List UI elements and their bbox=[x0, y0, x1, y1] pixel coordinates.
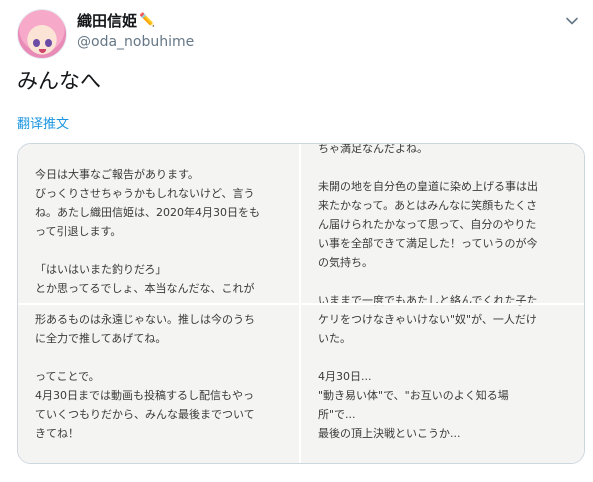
pencil-emoji-icon: ✏️ bbox=[139, 13, 156, 28]
user-info: 織田信姫 ✏️ @oda_nobuhime bbox=[77, 12, 194, 52]
tweet-text: みんなへ bbox=[17, 69, 101, 93]
avatar[interactable] bbox=[17, 9, 67, 59]
image-text-top-left: 今日は大事なご報告があります。 びっくりさせちゃうかもしれないけど、言う ね。あ… bbox=[35, 168, 260, 295]
tweet-card: 織田信姫 ✏️ @oda_nobuhime みんなへ 翻译推文 今日は大事なご報… bbox=[0, 0, 593, 482]
image-text-right: ちゃ満足なんだよね。 未開の地を自分色の皇道に染め上げる事は出 来たかなって。あ… bbox=[318, 144, 538, 440]
translate-tweet-link[interactable]: 翻译推文 bbox=[17, 117, 69, 133]
media-image-bottom-left[interactable]: 形あるものは永遠じゃない。推しは今のうち に全力で推してあげてね。 ってことで。… bbox=[18, 305, 299, 463]
media-grid: 今日は大事なご報告があります。 びっくりさせちゃうかもしれないけど、言う ね。あ… bbox=[17, 143, 585, 464]
display-name-link[interactable]: 織田信姫 ✏️ bbox=[77, 12, 194, 30]
display-name[interactable]: 織田信姫 bbox=[77, 12, 137, 30]
media-image-top-left[interactable]: 今日は大事なご報告があります。 びっくりさせちゃうかもしれないけど、言う ね。あ… bbox=[18, 144, 299, 303]
image-text-bottom-left: 形あるものは永遠じゃない。推しは今のうち に全力で推してあげてね。 ってことで。… bbox=[35, 313, 255, 440]
avatar-right-eye bbox=[45, 39, 52, 47]
avatar-left-eye bbox=[33, 39, 40, 47]
user-handle[interactable]: @oda_nobuhime bbox=[77, 32, 194, 52]
chevron-down-icon[interactable] bbox=[563, 12, 581, 30]
avatar-mouth bbox=[39, 49, 46, 53]
media-image-right[interactable]: ちゃ満足なんだよね。 未開の地を自分色の皇道に染め上げる事は出 来たかなって。あ… bbox=[301, 144, 584, 463]
